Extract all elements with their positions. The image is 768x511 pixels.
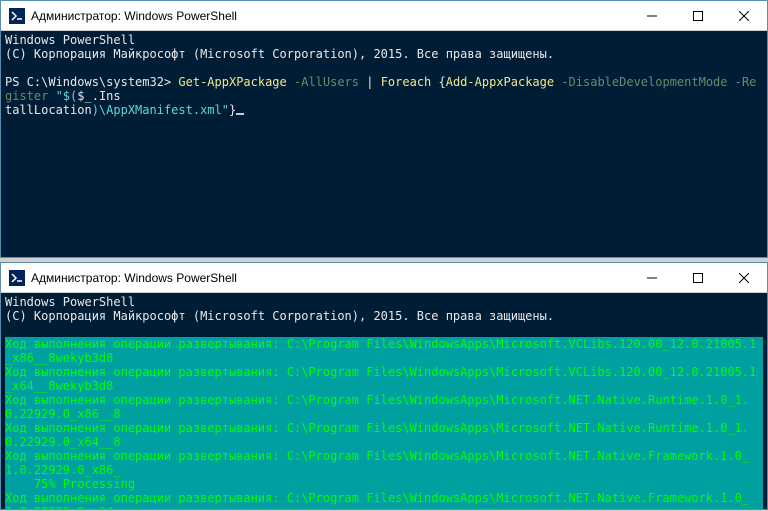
progress-line: Ход выполнения операции развертывания: C… bbox=[5, 449, 763, 477]
minimize-button[interactable] bbox=[629, 263, 675, 292]
progress-status: 75% Processing bbox=[5, 477, 763, 491]
cmd-token: $_ bbox=[77, 89, 91, 103]
powershell-icon bbox=[9, 270, 25, 286]
maximize-button[interactable] bbox=[675, 263, 721, 292]
window-controls bbox=[629, 263, 767, 292]
cmd-token: -AllUsers bbox=[287, 75, 366, 89]
progress-line: Ход выполнения операции развертывания: C… bbox=[5, 421, 763, 449]
cmd-token: tallLocation bbox=[5, 103, 92, 117]
minimize-button[interactable] bbox=[629, 1, 675, 30]
window-title: Администратор: Windows PowerShell bbox=[31, 9, 629, 23]
window-controls bbox=[629, 1, 767, 30]
powershell-icon bbox=[9, 8, 25, 24]
cmd-token: Foreach bbox=[381, 75, 432, 89]
progress-line: Ход выполнения операции развертывания: C… bbox=[5, 365, 763, 393]
progress-line: Ход выполнения операции развертывания: C… bbox=[5, 393, 763, 421]
titlebar[interactable]: Администратор: Windows PowerShell bbox=[1, 1, 767, 31]
close-button[interactable] bbox=[721, 263, 767, 292]
titlebar[interactable]: Администратор: Windows PowerShell bbox=[1, 263, 767, 293]
prompt: PS C:\Windows\system32> bbox=[5, 75, 178, 89]
copyright-text: (C) Корпорация Майкрософт (Microsoft Cor… bbox=[5, 309, 554, 323]
header-text: Windows PowerShell bbox=[5, 295, 135, 309]
progress-line: Ход выполнения операции развертывания: C… bbox=[5, 337, 763, 365]
copyright-text: (C) Корпорация Майкрософт (Microsoft Cor… bbox=[5, 47, 554, 61]
progress-line: Ход выполнения операции развертывания: C… bbox=[5, 491, 763, 509]
window-title: Администратор: Windows PowerShell bbox=[31, 271, 629, 285]
cmd-token: Add-AppxPackage bbox=[446, 75, 554, 89]
cmd-token: .Ins bbox=[92, 89, 121, 103]
header-text: Windows PowerShell bbox=[5, 33, 135, 47]
terminal-body[interactable]: Windows PowerShell (C) Корпорация Майкро… bbox=[1, 31, 767, 257]
cmd-token: | bbox=[366, 75, 380, 89]
cmd-token: Get-AppXPackage bbox=[178, 75, 286, 89]
terminal-body[interactable]: Windows PowerShell (C) Корпорация Майкро… bbox=[1, 293, 767, 509]
maximize-button[interactable] bbox=[675, 1, 721, 30]
cmd-token: "$( bbox=[56, 89, 78, 103]
powershell-window-1: Администратор: Windows PowerShell Window… bbox=[0, 0, 768, 258]
cursor bbox=[236, 113, 244, 115]
cmd-token: } bbox=[229, 103, 236, 117]
close-button[interactable] bbox=[721, 1, 767, 30]
cmd-token: )\AppXManifest.xml" bbox=[92, 103, 229, 117]
powershell-window-2: Администратор: Windows PowerShell Window… bbox=[0, 262, 768, 510]
cmd-token: { bbox=[431, 75, 445, 89]
